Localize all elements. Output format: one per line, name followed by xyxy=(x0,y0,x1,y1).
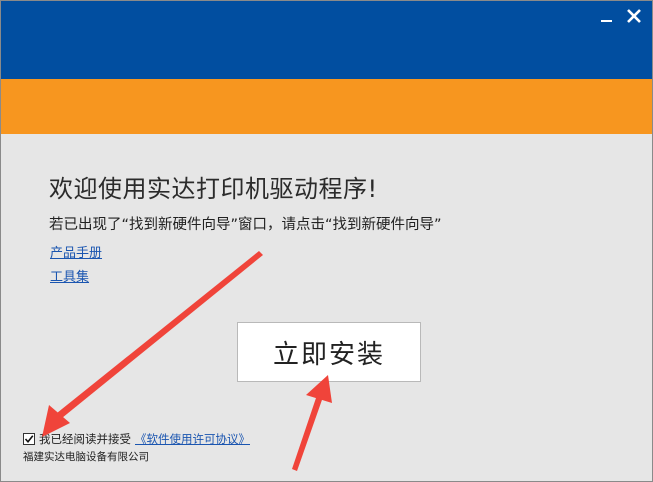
minimize-icon xyxy=(601,20,612,22)
close-icon xyxy=(627,9,641,23)
title-bar[interactable] xyxy=(1,1,652,79)
install-now-button[interactable]: 立即安装 xyxy=(237,322,421,382)
close-button[interactable] xyxy=(623,5,645,27)
agree-checkbox[interactable] xyxy=(23,433,35,445)
installer-window: 欢迎使用实达打印机驱动程序! 若已出现了“找到新硬件向导”窗口，请点击“找到新硬… xyxy=(0,0,653,482)
tools-link[interactable]: 工具集 xyxy=(50,266,89,285)
minimize-button[interactable] xyxy=(595,5,617,27)
product-manual-link[interactable]: 产品手册 xyxy=(50,242,102,261)
banner-band xyxy=(1,79,652,134)
welcome-title: 欢迎使用实达打印机驱动程序! xyxy=(49,175,378,203)
arrow-to-install-button xyxy=(292,375,332,471)
check-icon xyxy=(24,435,34,444)
instruction-text: 若已出现了“找到新硬件向导”窗口，请点击“找到新硬件向导” xyxy=(49,217,442,233)
agree-label: 我已经阅读并接受 xyxy=(39,432,131,446)
license-agreement-link[interactable]: 《软件使用许可协议》 xyxy=(135,431,250,447)
company-name: 福建实达电脑设备有限公司 xyxy=(23,451,149,463)
license-agreement-row: 我已经阅读并接受 《软件使用许可协议》 xyxy=(23,431,250,447)
